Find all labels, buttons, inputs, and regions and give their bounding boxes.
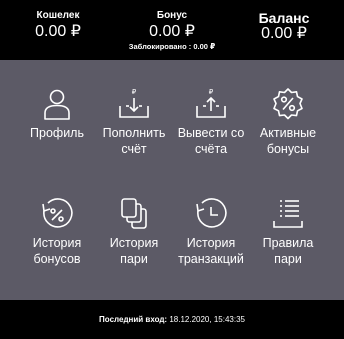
percent-badge-icon (273, 88, 303, 120)
menu-item-label: Активные бонусы (259, 126, 317, 156)
clock-history-icon (196, 198, 227, 228)
menu-item-label: Вывести со счёта (177, 126, 245, 156)
menu-item-active-bonuses[interactable]: Активные бонусы (245, 87, 331, 157)
menu-item-profile[interactable]: Профиль (14, 87, 100, 141)
total-label: Баланс (258, 10, 310, 26)
bonus-history-icon (42, 198, 73, 228)
total-balance: Баланс 0.00 ₽ (252, 10, 316, 43)
menu-item-label: Профиль (30, 126, 84, 140)
cards-icon (121, 198, 147, 229)
deposit-icon: ₽ (119, 88, 149, 118)
menu-item-label: История бонусов (32, 236, 82, 266)
wallet-label: Кошелек (36, 10, 80, 21)
user-icon (44, 89, 70, 120)
svg-text:₽: ₽ (209, 88, 214, 96)
last-login-label: Последний вход: (99, 315, 168, 324)
total-value: 0.00 ₽ (261, 25, 307, 42)
menu-item-bet-history[interactable]: История пари (91, 197, 177, 267)
menu-item-bonus-history[interactable]: История бонусов (14, 197, 100, 267)
last-login-value: 18.12.2020, 15:43:35 (169, 315, 245, 324)
last-login-footer: Последний вход: 18.12.2020, 15:43:35 (0, 300, 344, 339)
bonus-value: 0.00 ₽ (149, 23, 195, 40)
rules-list-icon (273, 200, 303, 228)
menu-item-withdraw[interactable]: ₽ Вывести со счёта (168, 87, 254, 157)
menu-item-transaction-history[interactable]: История транзакций (168, 197, 254, 267)
wallet-value: 0.00 ₽ (35, 23, 81, 40)
bonus-balance: Бонус 0.00 ₽ Заблокировано : 0.00 ₽ (116, 10, 228, 51)
menu-item-deposit[interactable]: ₽ Пополнить счёт (91, 87, 177, 157)
bonus-blocked-text: Заблокировано : 0.00 ₽ (128, 42, 216, 51)
menu-item-label: Правила пари (262, 236, 314, 266)
menu-item-label: История пари (109, 236, 159, 266)
bonus-label: Бонус (156, 10, 188, 21)
account-menu: Профиль ₽ Пополнить счёт ₽ Вывести со сч… (0, 60, 344, 300)
wallet-balance: Кошелек 0.00 ₽ (28, 10, 88, 41)
menu-item-label: Пополнить счёт (102, 126, 166, 156)
menu-item-label: История транзакций (178, 236, 244, 266)
menu-item-bet-rules[interactable]: Правила пари (245, 197, 331, 267)
withdraw-icon: ₽ (196, 88, 226, 118)
svg-text:₽: ₽ (132, 88, 137, 96)
balance-header: Кошелек 0.00 ₽ Бонус 0.00 ₽ Заблокирован… (0, 0, 344, 60)
